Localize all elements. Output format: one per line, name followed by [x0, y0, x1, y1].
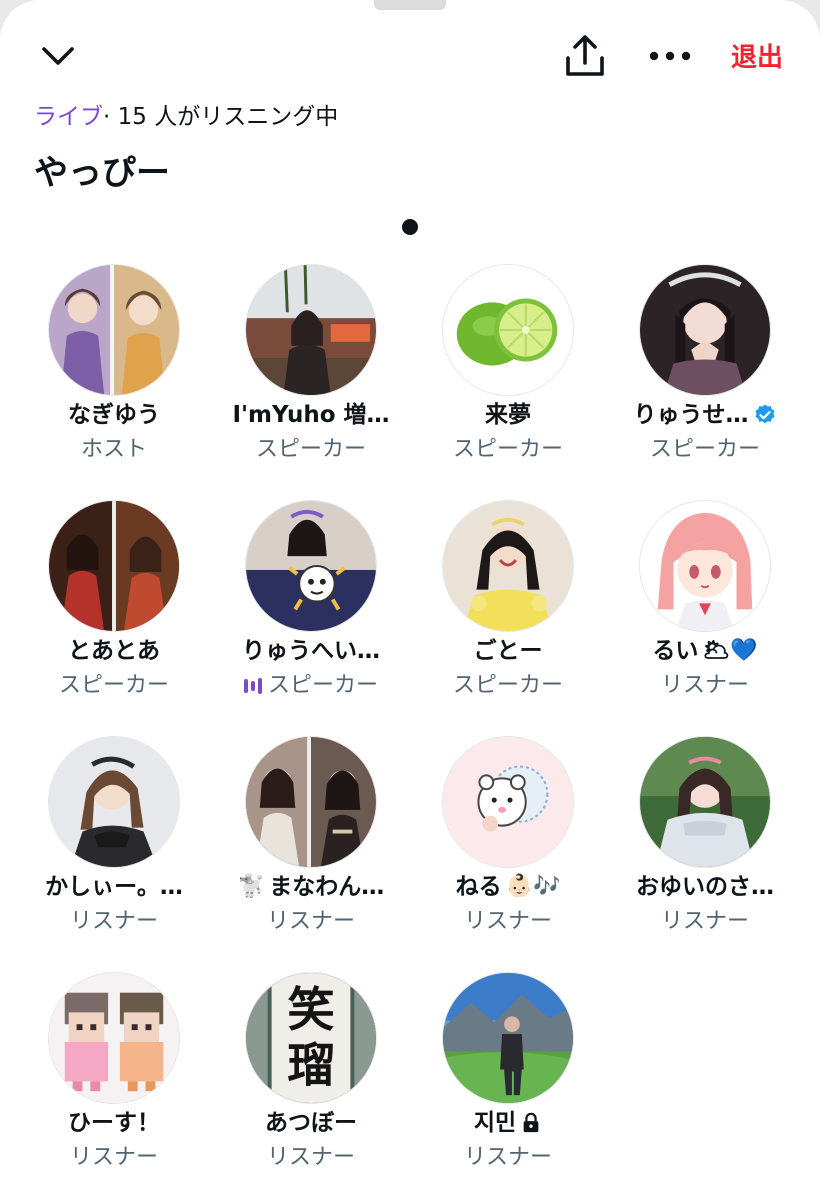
participant-tile[interactable]: とあとあ スピーカー — [16, 498, 212, 708]
page-indicator-dot — [402, 219, 418, 235]
participant-name: りゅうせ… — [607, 398, 803, 432]
participant-tile[interactable]: なぎゆう ホスト — [16, 262, 212, 472]
participant-name: なぎゆう — [68, 402, 160, 428]
leave-button[interactable]: 退出 — [716, 38, 798, 78]
more-button[interactable] — [640, 28, 700, 84]
participant-tile[interactable]: るい 🌥💙 リスナー — [607, 498, 803, 708]
participant-tile[interactable]: おゆいのさ… リスナー — [607, 734, 803, 944]
participant-role: スピーカー — [255, 437, 366, 462]
participant-name: とあとあ — [68, 638, 160, 664]
avatar — [48, 972, 180, 1104]
participant-tile[interactable]: 🐩 まなわん… リスナー — [213, 734, 409, 944]
participant-role: リスナー — [660, 673, 749, 698]
avatar-calligraphy-2: 瑠 — [287, 1038, 334, 1093]
participant-role: リスナー — [266, 909, 355, 934]
participant-role: スピーカー — [649, 437, 760, 462]
participant-name: ねる 👶🏻🎶 — [455, 874, 561, 900]
participant-tile[interactable]: りゅうせ… スピーカー — [607, 262, 803, 472]
name-emoji: 🌥💙 — [702, 638, 758, 663]
share-icon — [566, 35, 604, 76]
participant-tile[interactable]: かしぃー。… リスナー — [16, 734, 212, 944]
participant-role: スピーカー — [452, 673, 563, 698]
participant-name: るい 🌥💙 — [652, 638, 758, 664]
share-button[interactable] — [556, 28, 614, 84]
avatar — [245, 500, 377, 632]
space-sheet: 退出 ライブ· 15 人がリスニング中 やっぴー なぎゆう ホスト I'mYuh… — [0, 0, 820, 1200]
lock-icon — [523, 1112, 539, 1133]
participant-role: スピーカー — [58, 673, 169, 698]
participant-name: りゅうへい… — [242, 638, 380, 664]
participant-name: I'mYuho 増… — [232, 402, 390, 428]
participant-tile[interactable]: りゅうへい… スピーカー — [213, 498, 409, 708]
participant-name: 来夢 — [485, 402, 531, 428]
avatar — [48, 500, 180, 632]
participant-name: ごとー — [473, 638, 543, 664]
participant-name: 🐩 まなわん… — [237, 874, 385, 900]
avatar — [639, 736, 771, 868]
participant-name: ひーす！ — [68, 1110, 160, 1136]
listener-count: · 15 人がリスニング中 — [103, 104, 339, 130]
participant-tile[interactable]: I'mYuho 増… スピーカー — [213, 262, 409, 472]
name-emoji: 👶🏻🎶 — [505, 874, 561, 899]
avatar — [245, 736, 377, 868]
speaking-indicator-icon — [243, 677, 262, 695]
avatar — [639, 500, 771, 632]
avatar — [442, 264, 574, 396]
top-bar: 退出 — [0, 28, 820, 84]
more-icon — [649, 51, 691, 61]
verified-badge-icon — [755, 404, 774, 424]
avatar — [442, 500, 574, 632]
sheet-grabber[interactable] — [374, 0, 446, 10]
avatar — [442, 736, 574, 868]
listening-status: ライブ· 15 人がリスニング中 — [34, 100, 338, 134]
participant-role: リスナー — [69, 1145, 158, 1170]
participant-role: リスナー — [660, 909, 749, 934]
participant-role: スピーカー — [452, 437, 563, 462]
chevron-down-icon — [42, 47, 74, 65]
participant-role: リスナー — [69, 909, 158, 934]
participant-role: ホスト — [80, 437, 147, 462]
live-label: ライブ — [34, 104, 103, 130]
participant-name: 지민 — [410, 1106, 606, 1140]
participant-role: スピーカー — [213, 670, 409, 702]
participant-tile[interactable]: 笑 瑠 あつぼー リスナー — [213, 970, 409, 1180]
participant-name: かしぃー。… — [45, 874, 183, 900]
avatar — [245, 264, 377, 396]
avatar — [639, 264, 771, 396]
name-emoji: 🐩 — [237, 874, 266, 899]
avatar — [48, 736, 180, 868]
participant-tile[interactable]: ねる 👶🏻🎶 リスナー — [410, 734, 606, 944]
collapse-button[interactable] — [30, 28, 86, 84]
participant-name: おゆいのさ… — [636, 874, 774, 900]
participant-tile[interactable]: ごとー スピーカー — [410, 498, 606, 708]
participant-role: リスナー — [463, 909, 552, 934]
participant-tile[interactable]: ひーす！ リスナー — [16, 970, 212, 1180]
participant-role: リスナー — [463, 1145, 552, 1170]
participant-tile[interactable]: 지민 リスナー — [410, 970, 606, 1180]
participant-name: あつぼー — [265, 1110, 357, 1136]
avatar-calligraphy-1: 笑 — [287, 983, 334, 1038]
avatar: 笑 瑠 — [245, 972, 377, 1104]
participant-tile[interactable]: 来夢 スピーカー — [410, 262, 606, 472]
participant-role: リスナー — [266, 1145, 355, 1170]
avatar — [48, 264, 180, 396]
avatar — [442, 972, 574, 1104]
space-title: やっぴー — [34, 153, 170, 193]
